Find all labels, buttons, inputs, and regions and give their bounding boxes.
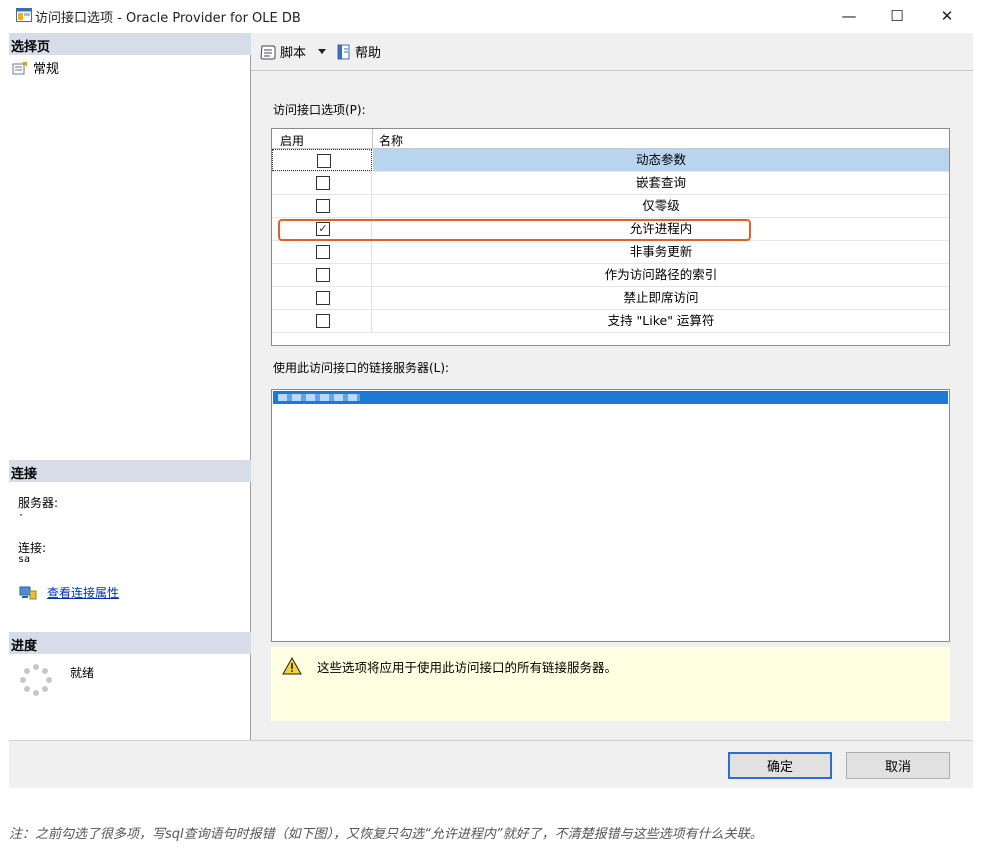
ok-button[interactable]: 确定	[728, 752, 832, 779]
provider-options-grid: 启用 名称 动态参数嵌套查询仅零级 ✓ 允许进程内非事务更新作为访问路径的索引 禁止即…	[271, 128, 950, 346]
script-button[interactable]: 脚本	[259, 42, 306, 61]
script-label: 脚本	[280, 46, 307, 61]
redacted-server-name	[278, 394, 360, 401]
enable-cell	[272, 241, 372, 263]
option-name: 非事务更新	[629, 244, 693, 259]
provider-options-label: 访问接口选项(P):	[273, 103, 366, 117]
list-item-selected[interactable]	[273, 391, 948, 404]
script-icon	[260, 45, 276, 59]
select-page-header: 选择页	[9, 33, 251, 55]
enable-cell	[272, 287, 372, 309]
enable-cell: ✓	[272, 218, 372, 240]
server-value: ·	[18, 510, 25, 521]
warning-icon	[282, 657, 302, 675]
grid-row[interactable]: 支持 "Like" 运算符	[272, 310, 949, 333]
grid-header: 启用 名称	[272, 129, 949, 149]
enable-checkbox[interactable]	[316, 291, 330, 305]
view-connection-properties-link[interactable]: 查看连接属性	[19, 584, 119, 601]
connection-header: 连接	[9, 460, 251, 482]
column-header-enabled: 启用	[280, 134, 305, 148]
connection-properties-icon	[19, 586, 37, 599]
minimize-button[interactable]: —	[826, 0, 872, 32]
warning-panel: 这些选项将应用于使用此访问接口的所有链接服务器。	[271, 647, 950, 721]
enable-cell	[272, 149, 372, 171]
toolbar: 脚本 帮助	[251, 33, 973, 71]
script-dropdown-arrow-icon[interactable]	[318, 49, 326, 54]
grid-row[interactable]: 动态参数	[272, 149, 949, 172]
properties-page-icon	[12, 61, 27, 74]
progress-spinner-icon	[20, 664, 52, 696]
enable-checkbox[interactable]	[316, 268, 330, 282]
grid-row[interactable]: 禁止即席访问	[272, 287, 949, 310]
option-name: 允许进程内	[629, 221, 693, 236]
option-name: 支持 "Like" 运算符	[607, 313, 715, 328]
progress-status: 就绪	[70, 666, 95, 680]
right-panel: 脚本 帮助 访问接口选项(P): 启用 名称 动态参数嵌套查询仅零级 ✓ 允许进程内…	[251, 33, 973, 740]
enable-checkbox[interactable]	[316, 314, 330, 328]
option-name: 作为访问路径的索引	[604, 267, 718, 282]
warning-text: 这些选项将应用于使用此访问接口的所有链接服务器。	[317, 660, 618, 675]
option-name: 动态参数	[373, 149, 949, 171]
enable-cell	[272, 172, 372, 194]
column-header-name: 名称	[379, 134, 404, 148]
enable-checkbox[interactable]	[317, 154, 331, 168]
page-item-label: 常规	[33, 62, 60, 77]
app-window-icon	[16, 8, 32, 22]
grid-row[interactable]: 仅零级	[272, 195, 949, 218]
grid-row[interactable]: 非事务更新	[272, 241, 949, 264]
enable-checkbox[interactable]	[316, 176, 330, 190]
linked-servers-label: 使用此访问接口的链接服务器(L):	[273, 361, 450, 375]
enable-cell	[272, 195, 372, 217]
connection-value: sa	[18, 554, 31, 565]
help-label: 帮助	[355, 46, 382, 61]
enable-checkbox[interactable]: ✓	[316, 222, 330, 236]
enable-checkbox[interactable]	[316, 245, 330, 259]
footnote-text: 注：之前勾选了很多项，写sql查询语句时报错（如下图），又恢复只勾选“允许进程内…	[9, 827, 763, 842]
left-panel: 选择页 常规 连接 服务器: · 连接: sa 查看连接属性 进度	[0, 33, 251, 740]
close-button[interactable]: ✕	[924, 0, 970, 32]
enable-cell	[272, 310, 372, 332]
option-name: 嵌套查询	[635, 175, 686, 190]
server-label: 服务器:	[18, 496, 59, 510]
view-connection-link-text[interactable]: 查看连接属性	[47, 584, 119, 601]
progress-header: 进度	[9, 632, 251, 654]
dialog-button-bar: 确定 取消	[9, 740, 973, 788]
title-bar: 访问接口选项 - Oracle Provider for OLE DB — ☐ …	[0, 0, 990, 33]
help-button[interactable]: 帮助	[336, 42, 381, 61]
enable-cell	[272, 264, 372, 286]
grid-row[interactable]: ✓ 允许进程内	[272, 218, 949, 241]
window-title: 访问接口选项 - Oracle Provider for OLE DB	[35, 11, 301, 26]
option-name: 仅零级	[642, 198, 680, 213]
grid-row[interactable]: 嵌套查询	[272, 172, 949, 195]
enable-checkbox[interactable]	[316, 199, 330, 213]
help-icon	[337, 44, 350, 59]
linked-servers-list[interactable]	[271, 389, 950, 642]
cancel-button[interactable]: 取消	[846, 752, 950, 779]
grid-row[interactable]: 作为访问路径的索引	[272, 264, 949, 287]
maximize-button[interactable]: ☐	[874, 0, 920, 32]
option-name: 禁止即席访问	[623, 290, 699, 305]
page-item-general[interactable]: 常规	[12, 58, 59, 77]
